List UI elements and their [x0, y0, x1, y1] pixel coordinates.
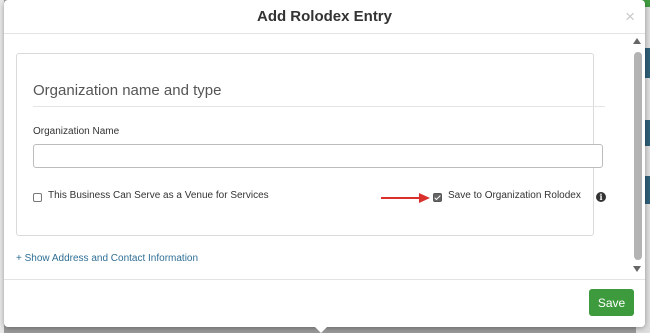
organization-card: Organization name and type Organization … — [16, 53, 606, 236]
scrollbar-thumb[interactable] — [634, 52, 642, 260]
scrollbar[interactable] — [631, 36, 643, 276]
section-divider — [33, 106, 605, 107]
save-button[interactable]: Save — [589, 289, 634, 316]
modal-title: Add Rolodex Entry — [256, 8, 392, 25]
scroll-down-icon[interactable] — [633, 266, 641, 272]
modal-pointer — [314, 326, 328, 333]
info-icon[interactable]: i — [596, 192, 606, 202]
section-title: Organization name and type — [33, 82, 222, 99]
organization-name-label: Organization Name — [33, 126, 120, 137]
organization-name-input[interactable] — [33, 144, 603, 168]
venue-checkbox[interactable] — [33, 193, 42, 202]
modal-header: Add Rolodex Entry × — [4, 0, 645, 34]
add-rolodex-modal: Add Rolodex Entry × Organization name an… — [4, 0, 645, 327]
close-icon[interactable]: × — [625, 7, 635, 27]
scroll-up-icon[interactable] — [633, 38, 641, 44]
red-arrow-icon — [381, 193, 430, 203]
modal-footer: Save — [4, 279, 645, 327]
show-address-link[interactable]: + Show Address and Contact Information — [16, 253, 198, 264]
save-to-rolodex-checkbox[interactable] — [433, 193, 442, 202]
modal-body: Organization name and type Organization … — [4, 34, 645, 279]
save-to-rolodex-label: Save to Organization Rolodex — [448, 190, 581, 201]
venue-checkbox-label: This Business Can Serve as a Venue for S… — [48, 190, 269, 201]
